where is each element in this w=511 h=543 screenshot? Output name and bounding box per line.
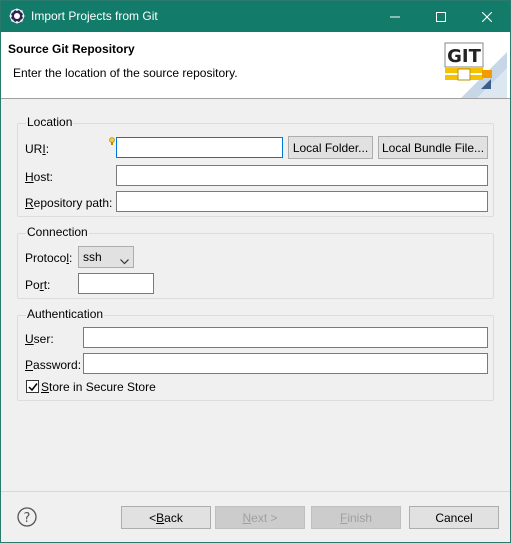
page-title: Source Git Repository [8, 42, 135, 56]
repository-path-input[interactable] [116, 191, 488, 212]
location-group-label: Location [26, 115, 74, 129]
port-input[interactable] [78, 273, 154, 294]
import-dialog: Import Projects from Git Source Git Repo… [0, 0, 511, 543]
repository-path-label: Repository path: [25, 196, 113, 210]
next-button[interactable]: Next > [215, 506, 305, 529]
help-button[interactable]: ? [17, 507, 37, 527]
back-button[interactable]: < Back [121, 506, 211, 529]
checkmark-icon [27, 382, 38, 391]
local-bundle-file-button[interactable]: Local Bundle File... [378, 136, 488, 159]
protocol-select[interactable]: ssh [78, 246, 134, 268]
svg-text:?: ? [24, 511, 31, 526]
connection-group-label: Connection [26, 225, 89, 239]
eclipse-gear-icon [9, 8, 25, 24]
authentication-group-label: Authentication [26, 307, 105, 321]
password-input[interactable] [83, 353, 488, 374]
page-description: Enter the location of the source reposit… [13, 66, 238, 80]
maximize-button[interactable] [418, 1, 464, 32]
uri-label: URI: [25, 142, 50, 156]
wizard-header: Source Git Repository Enter the location… [1, 32, 510, 99]
user-label: User: [25, 332, 54, 346]
window-title: Import Projects from Git [31, 9, 158, 23]
close-button[interactable] [464, 1, 510, 32]
protocol-value: ssh [83, 250, 102, 264]
host-label: Host: [25, 170, 54, 184]
footer-separator [1, 491, 510, 492]
title-bar: Import Projects from Git [1, 1, 510, 32]
help-icon: ? [17, 507, 37, 527]
maximize-icon [436, 11, 446, 22]
minimize-icon [390, 16, 400, 17]
password-label: Password: [25, 358, 82, 372]
git-logo-icon: GIT [437, 34, 507, 98]
finish-button[interactable]: Finish [311, 506, 401, 529]
content-assist-bulb-icon [109, 135, 115, 149]
close-icon [482, 11, 492, 22]
local-folder-button[interactable]: Local Folder... [288, 136, 373, 159]
minimize-button[interactable] [372, 1, 418, 32]
uri-input[interactable] [116, 137, 283, 158]
store-secure-checkbox[interactable] [26, 380, 39, 393]
host-input[interactable] [116, 165, 488, 186]
port-label: Port: [25, 278, 51, 292]
protocol-label: Protocol: [25, 251, 73, 265]
chevron-down-icon [120, 254, 129, 268]
svg-text:GIT: GIT [447, 46, 481, 67]
cancel-button[interactable]: Cancel [409, 506, 499, 529]
user-input[interactable] [83, 327, 488, 348]
store-secure-label[interactable]: Store in Secure Store [41, 380, 156, 394]
